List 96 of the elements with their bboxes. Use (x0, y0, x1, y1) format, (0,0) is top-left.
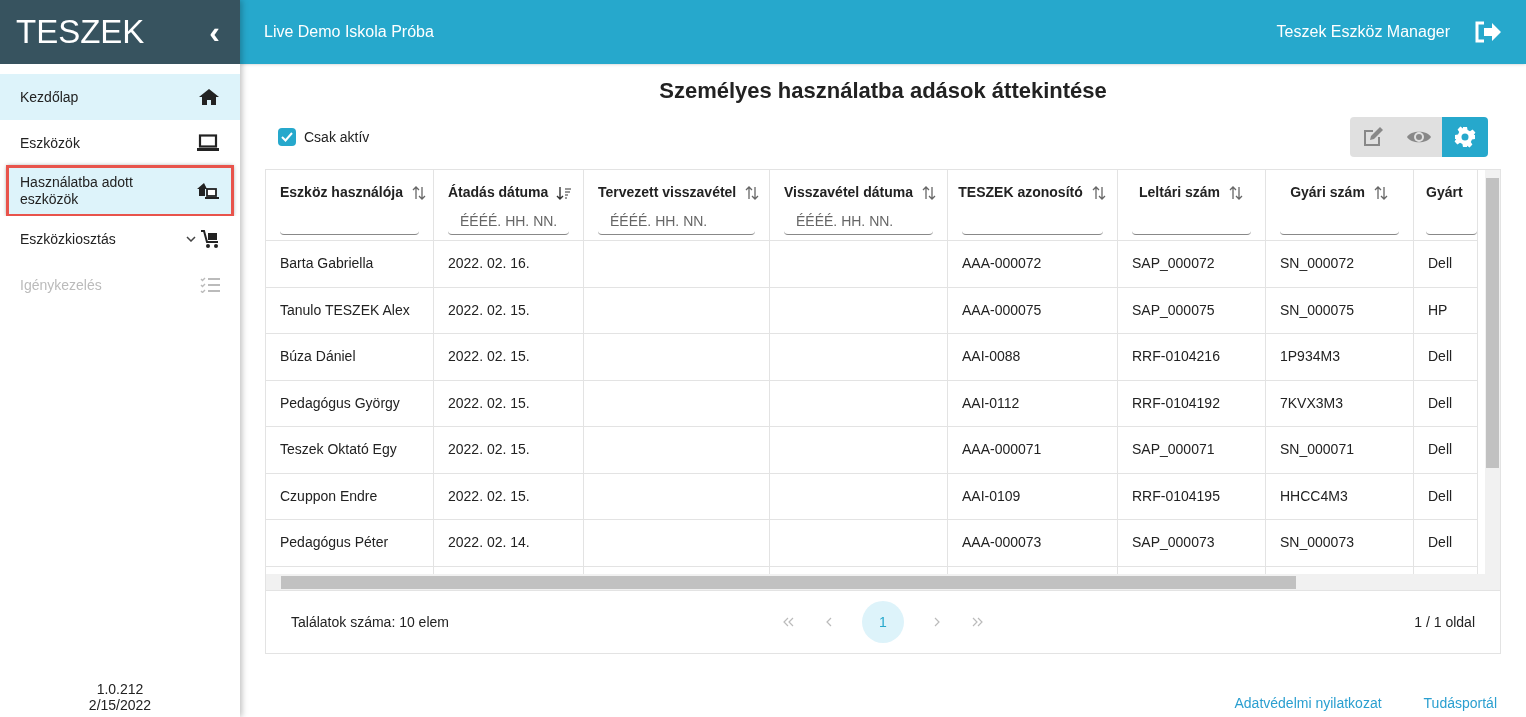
sort-icon[interactable] (1227, 184, 1244, 201)
sidebar-item[interactable]: Eszközök (0, 120, 240, 166)
table-cell-text: Pedagógus Péter (280, 533, 389, 553)
table-cell-text: AAA-000073 (962, 533, 1042, 553)
column-header[interactable]: Leltári szám (1139, 182, 1220, 203)
table-cell-text: Barta Gabriella (280, 254, 374, 274)
chevron-down-icon (186, 236, 196, 242)
table-cell-text: AAA-000075 (962, 300, 1042, 320)
table-cell-text: 2022. 02. 15. (448, 393, 530, 413)
last-page-icon[interactable] (970, 617, 984, 627)
table-cell-text: SN_000072 (1280, 254, 1354, 274)
column-header[interactable]: Gyári szám (1290, 182, 1365, 203)
result-count: Találatok száma: 10 elem (291, 612, 450, 632)
sort-icon[interactable] (744, 184, 761, 201)
table-cell-text: AAA-000071 (962, 440, 1042, 460)
sidebar-item[interactable]: Használatba adott eszközök (7, 166, 233, 216)
table-cell-text: Dell (1428, 486, 1453, 506)
table-cell-text: Pedagógus György (280, 393, 400, 413)
app-name: Teszek Eszköz Manager (1276, 22, 1450, 42)
table-cell-text: SN_000075 (1280, 300, 1354, 320)
settings-icon (1454, 126, 1476, 148)
version-number: 1.0.212 (95, 681, 145, 697)
laptop-icon (196, 134, 220, 152)
table-cell-text: SAP_000071 (1132, 440, 1215, 460)
sidebar-item-label: Használatba adott eszközök (20, 174, 134, 208)
sidebar-item-label: Eszközök (20, 134, 81, 152)
table-cell-text: Tanulo TESZEK Alex (280, 300, 410, 320)
column-header[interactable]: Eszköz használója (280, 182, 403, 203)
view-toggle-button[interactable] (1442, 117, 1488, 157)
table-cell-text: Teszek Oktató Egy (280, 440, 397, 460)
build-date: 2/15/2022 (87, 697, 153, 713)
table-cell-text: 7KVX3M3 (1280, 393, 1344, 413)
app-logo: TESZEK (16, 12, 145, 53)
table-cell-text: AAI-0109 (962, 486, 1021, 506)
column-header[interactable]: Tervezett visszavétel (598, 182, 737, 203)
table-cell-text: Dell (1428, 347, 1453, 367)
table-cell-text: RRF-0104216 (1132, 347, 1220, 367)
table-cell-text: SAP_000075 (1132, 300, 1215, 320)
table-cell-text: RRF-0104192 (1132, 393, 1220, 413)
page-title: Személyes használatba adások áttekintése (658, 77, 1108, 105)
hand-truck-icon (200, 229, 220, 249)
table-cell-text: HHCC4M3 (1280, 486, 1348, 506)
table-cell-text: SAP_000073 (1132, 533, 1215, 553)
column-header[interactable]: Átadás dátuma (448, 182, 549, 203)
sidebar-item[interactable]: Kezdőlap (0, 74, 240, 120)
sort-descending-icon[interactable] (556, 184, 573, 201)
sidebar-item-label: Kezdőlap (20, 88, 80, 106)
table-cell-text: AAI-0088 (962, 347, 1021, 367)
collapse-sidebar-button[interactable]: ‹ (205, 16, 224, 48)
table-cell-text: Czuppon Endre (280, 486, 378, 506)
table-cell-text: Dell (1428, 533, 1453, 553)
sort-icon[interactable] (410, 184, 427, 201)
logout-icon[interactable] (1474, 21, 1502, 43)
table-cell-text: 2022. 02. 15. (448, 486, 530, 506)
checkmark-icon (281, 132, 293, 142)
table-cell-text: Dell (1428, 393, 1453, 413)
date-filter-field[interactable]: ÉÉÉÉ. HH. NN. (448, 207, 569, 235)
column-header[interactable]: Visszavétel dátuma (784, 182, 913, 203)
view-toggle-button[interactable] (1396, 117, 1442, 157)
home-icon (198, 88, 220, 106)
table-cell-text: 2022. 02. 15. (448, 300, 530, 320)
first-page-icon[interactable] (782, 617, 796, 627)
table-cell-text: 2022. 02. 16. (448, 254, 530, 274)
date-filter-field[interactable]: ÉÉÉÉ. HH. NN. (784, 207, 933, 235)
column-header[interactable]: Gyárt (1426, 182, 1463, 203)
horizontal-scrollbar[interactable] (266, 574, 1500, 591)
house-laptop-icon (196, 182, 220, 200)
table-cell-text: SAP_000072 (1132, 254, 1215, 274)
sort-icon[interactable] (1090, 184, 1107, 201)
table-cell-text: HP (1428, 300, 1448, 320)
vertical-scrollbar[interactable] (1485, 170, 1500, 574)
table-cell-text: SN_000071 (1280, 440, 1354, 460)
table-cell-text: AAA-000072 (962, 254, 1042, 274)
sidebar-item-label: Eszközkiosztás (20, 230, 117, 248)
table-cell-text: Búza Dániel (280, 347, 356, 367)
checklist-icon (200, 277, 220, 293)
table-cell-text: Dell (1428, 440, 1453, 460)
sort-icon[interactable] (920, 184, 937, 201)
table-cell-text: 2022. 02. 14. (448, 533, 530, 553)
active-only-checkbox[interactable]: Csak aktív (278, 126, 370, 148)
table-cell-text: AAI-0112 (962, 393, 1020, 413)
column-header[interactable]: TESZEK azonosító (958, 182, 1083, 203)
edit-icon (1361, 125, 1385, 149)
sidebar-item[interactable]: Eszközkiosztás (0, 216, 240, 262)
date-filter-field[interactable]: ÉÉÉÉ. HH. NN. (598, 207, 755, 235)
school-name: Live Demo Iskola Próba (264, 22, 434, 42)
table-cell-text: SN_000073 (1280, 533, 1354, 553)
table-cell-text: Dell (1428, 254, 1453, 274)
table-cell-text: 1P934M3 (1280, 347, 1340, 367)
table-cell-text: RRF-0104195 (1132, 486, 1220, 506)
table-cell-text: 2022. 02. 15. (448, 347, 530, 367)
sort-icon[interactable] (1372, 184, 1389, 201)
sidebar-item-label: Igénykezelés (20, 276, 103, 294)
page-info: 1 / 1 oldal (1413, 612, 1475, 632)
view-toggle-button[interactable] (1350, 117, 1396, 157)
table-cell-text: 2022. 02. 15. (448, 440, 530, 460)
